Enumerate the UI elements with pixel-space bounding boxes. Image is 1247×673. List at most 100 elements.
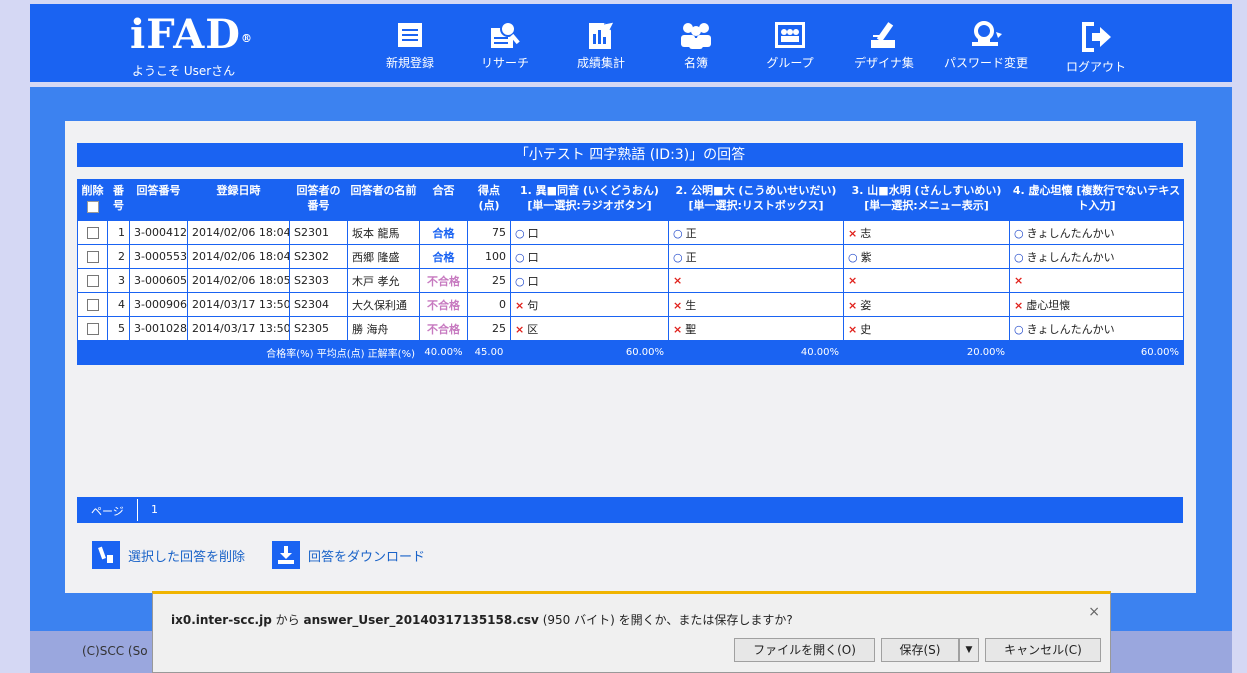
row-select-cell: [77, 244, 108, 269]
row-select-cell: [77, 220, 108, 245]
pagination-bar: ページ 1: [77, 497, 1183, 523]
col-pass-fail: 合否: [419, 179, 468, 221]
download-icon: [272, 541, 300, 569]
answer-q3: ×: [843, 268, 1010, 293]
table-row: 1 3-000412 2014/02/06 18:04 S2301 坂本 龍馬 合格 75 ○…: [77, 220, 1184, 245]
row-select-cell: [77, 268, 108, 293]
answer-text: きょしんたんかい: [1026, 226, 1115, 240]
respondent-number: S2305: [289, 316, 348, 341]
page-link-1[interactable]: 1: [151, 503, 158, 516]
incorrect-mark-icon: ×: [848, 274, 858, 287]
table-body: 1 3-000412 2014/02/06 18:04 S2301 坂本 龍馬 合格 75 ○…: [77, 220, 1184, 365]
answer-q1: ○ 口: [510, 244, 669, 269]
incorrect-mark-icon: ×: [1014, 298, 1024, 312]
answer-q1: ○ 口: [510, 268, 669, 293]
nav-grade-summary[interactable]: 成績集計: [546, 20, 656, 71]
row-number: 5: [107, 316, 130, 341]
close-icon[interactable]: ×: [1088, 604, 1100, 620]
score: 25: [467, 268, 511, 293]
answer-q1: ○ 口: [510, 220, 669, 245]
registered-date: 2014/03/17 13:50: [187, 316, 290, 341]
summary-pass-rate: 40.00%: [419, 340, 468, 365]
nav-designer-collection[interactable]: デザイナ集: [829, 20, 939, 71]
score: 75: [467, 220, 511, 245]
col-answer-number: 回答番号: [129, 179, 188, 221]
answer-q4: ×: [1009, 268, 1184, 293]
incorrect-mark-icon: ×: [848, 298, 858, 312]
row-select-cell: [77, 316, 108, 341]
answer-q2: × 聖: [668, 316, 844, 341]
incorrect-mark-icon: ×: [515, 298, 525, 312]
row-checkbox[interactable]: [86, 275, 99, 287]
nav-research[interactable]: リサーチ: [450, 20, 560, 71]
download-answers-button[interactable]: 回答をダウンロード: [272, 541, 425, 569]
summary-label: 合格率(%) 平均点(点) 正解率(%): [77, 340, 420, 365]
row-number: 3: [107, 268, 130, 293]
answer-text: 志: [860, 226, 872, 240]
nav-new-registration[interactable]: 新規登録: [355, 20, 465, 71]
answer-number: 3-000605: [129, 268, 188, 293]
answer-q1: × 句: [510, 292, 669, 317]
correct-mark-icon: ○: [515, 226, 525, 240]
save-dropdown-arrow[interactable]: ▼: [959, 638, 979, 662]
col-question-3: 3. 山■水明 (さんしすいめい) [単一選択:メニュー表示]: [843, 179, 1010, 221]
incorrect-mark-icon: ×: [673, 274, 683, 287]
nav-logout[interactable]: ログアウト: [1041, 20, 1151, 75]
answer-q2: ○ 正: [668, 220, 844, 245]
respondent-number: S2301: [289, 220, 348, 245]
download-host: ix0.inter-scc.jp: [171, 613, 272, 627]
col-question-2: 2. 公明■大 (こうめいせいだい) [単一選択:リストボックス]: [668, 179, 844, 221]
incorrect-mark-icon: ×: [515, 322, 525, 336]
pass-fail-status: 合格: [419, 220, 468, 245]
pagination-divider: [137, 499, 138, 521]
answer-q3: × 姿: [843, 292, 1010, 317]
respondent-name: 木戸 孝允: [347, 268, 420, 293]
delete-icon: [92, 541, 120, 569]
registered-date: 2014/02/06 18:05: [187, 268, 290, 293]
save-button[interactable]: 保存(S): [881, 638, 959, 662]
answer-text: 口: [527, 274, 539, 288]
row-checkbox[interactable]: [86, 323, 99, 335]
cancel-button[interactable]: キャンセル(C): [985, 638, 1101, 662]
row-checkbox[interactable]: [86, 227, 99, 239]
row-number: 4: [107, 292, 130, 317]
download-notification-bar: ix0.inter-scc.jp から answer_User_20140317…: [152, 591, 1111, 673]
pass-fail-status: 不合格: [419, 316, 468, 341]
header: iFAD® ようこそ Userさん 新規登録 リサーチ 成績集計 名簿 グループ…: [30, 4, 1232, 82]
delete-selected-button[interactable]: 選択した回答を削除: [92, 541, 245, 569]
answer-q4: ○ きょしんたんかい: [1009, 244, 1184, 269]
row-checkbox[interactable]: [86, 251, 99, 263]
download-filename: answer_User_20140317135158.csv: [303, 613, 539, 627]
col-score: 得点(点): [467, 179, 511, 221]
col-delete: 削除: [77, 179, 108, 221]
score: 0: [467, 292, 511, 317]
col-registered-date: 登録日時: [187, 179, 290, 221]
row-checkbox[interactable]: [86, 299, 99, 311]
correct-mark-icon: ○: [673, 226, 683, 240]
answer-text: 聖: [685, 322, 697, 336]
nav-password-change[interactable]: パスワード変更: [931, 20, 1041, 71]
answer-text: 紫: [860, 250, 872, 264]
select-all-checkbox[interactable]: [86, 201, 99, 213]
row-number: 1: [107, 220, 130, 245]
incorrect-mark-icon: ×: [673, 298, 683, 312]
registered-date: 2014/02/06 18:04: [187, 220, 290, 245]
correct-mark-icon: ○: [515, 274, 525, 288]
group-icon: [775, 22, 805, 48]
table-row: 4 3-000906 2014/03/17 13:50 S2304 大久保利通 不合格 0 ×…: [77, 292, 1184, 317]
welcome-text: ようこそ Userさん: [132, 64, 236, 78]
registered-date: 2014/02/06 18:04: [187, 244, 290, 269]
answer-q3: × 史: [843, 316, 1010, 341]
download-answers-label: 回答をダウンロード: [308, 549, 426, 565]
table-row: 5 3-001028 2014/03/17 13:50 S2305 勝 海舟 不合格 25 ×…: [77, 316, 1184, 341]
table-header-row: 削除 番号 回答番号 登録日時 回答者の番号 回答者の名前 合否 得点(点) 1…: [77, 179, 1184, 221]
logo[interactable]: iFAD®: [130, 12, 253, 58]
correct-mark-icon: ○: [515, 250, 525, 264]
incorrect-mark-icon: ×: [673, 322, 683, 336]
correct-mark-icon: ○: [1014, 226, 1024, 240]
app-frame: iFAD® ようこそ Userさん 新規登録 リサーチ 成績集計 名簿 グループ…: [30, 4, 1232, 673]
answer-text: 口: [527, 226, 539, 240]
incorrect-mark-icon: ×: [848, 322, 858, 336]
open-file-button[interactable]: ファイルを開く(O): [734, 638, 875, 662]
pagination-label: ページ: [91, 505, 124, 518]
